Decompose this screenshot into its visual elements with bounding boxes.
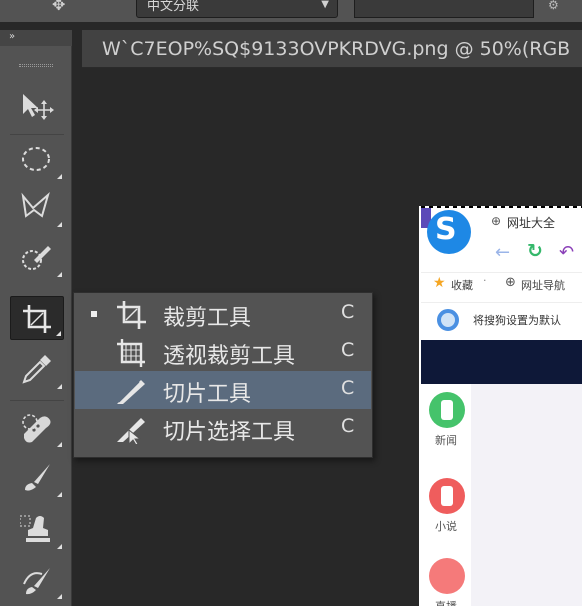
move-icon xyxy=(23,94,54,120)
menu-item-slice-tool[interactable]: 切片工具 C xyxy=(75,371,371,409)
canvas-image[interactable]: S ⊕ 网址大全 ← ↻ ↶ ★ 收藏 · ⊕ 网址导航 将搜狗设置为默认 新闻… xyxy=(419,206,582,606)
menu-item-slice-select-tool[interactable]: 切片选择工具 C xyxy=(75,409,371,447)
polygonal-lasso-icon xyxy=(21,192,50,218)
history-brush-icon xyxy=(23,568,50,595)
image-top-label: 网址大全 xyxy=(507,216,556,230)
app-live-icon xyxy=(429,558,465,594)
submenu-indicator xyxy=(57,492,62,497)
elliptical-marquee-tool-button[interactable] xyxy=(10,138,64,182)
history-brush-tool-button[interactable] xyxy=(10,558,64,602)
submenu-indicator xyxy=(57,544,62,549)
perspective-crop-icon xyxy=(117,339,145,367)
globe-icon: ⊕ xyxy=(491,214,502,228)
app-label: 直播 xyxy=(435,598,457,606)
toolbox-header: » xyxy=(0,30,72,46)
image-bookmark-sep: · xyxy=(483,274,487,287)
menu-item-crop-tool[interactable]: 裁剪工具 C xyxy=(75,295,371,333)
brush-tool-button[interactable] xyxy=(10,456,64,500)
quick-selection-icon xyxy=(22,246,51,270)
image-notice-text: 将搜狗设置为默认 xyxy=(473,314,561,327)
chevron-down-icon: ▼ xyxy=(321,0,329,10)
selected-indicator xyxy=(91,311,97,317)
spot-healing-tool-button[interactable] xyxy=(10,406,64,450)
gear-icon[interactable]: ⚙ xyxy=(548,0,559,12)
app-label: 小说 xyxy=(435,520,457,533)
slice-icon xyxy=(117,380,145,404)
crop-icon xyxy=(23,305,51,333)
polygonal-lasso-tool-button[interactable] xyxy=(10,186,64,230)
clone-stamp-tool-button[interactable] xyxy=(10,508,64,552)
crop-icon xyxy=(117,301,146,329)
options-bar: ✥ 中文分联 ▼ ⚙ xyxy=(0,0,582,22)
document-tab-title: W`C7EOP%SQ$9133OVPKRDVG.png @ 50%(RGB xyxy=(102,38,571,60)
app-news-icon xyxy=(429,392,465,428)
options-field[interactable] xyxy=(354,0,534,18)
image-bookmark-fav: 收藏 xyxy=(451,279,473,292)
crop-tool-button[interactable] xyxy=(10,296,64,340)
image-nav-row: ← ↻ ↶ xyxy=(421,240,582,268)
toolbox-divider xyxy=(10,400,64,401)
back-arrow-icon: ← xyxy=(495,242,511,263)
star-icon: ★ xyxy=(433,275,446,291)
move-icon[interactable]: ✥ xyxy=(52,0,65,14)
menu-item-shortcut: C xyxy=(341,415,355,437)
submenu-indicator xyxy=(57,442,62,447)
undo-icon: ↶ xyxy=(559,242,575,263)
bandage-icon xyxy=(22,414,51,443)
toolbox-grip[interactable] xyxy=(19,64,53,67)
stamp-icon xyxy=(20,515,50,542)
image-bookmark-nav: 网址导航 xyxy=(521,279,565,292)
image-dark-band xyxy=(421,340,582,384)
submenu-indicator xyxy=(57,594,62,599)
collapse-icon[interactable]: » xyxy=(9,31,15,42)
eyedropper-icon xyxy=(22,355,51,384)
submenu-indicator xyxy=(57,222,62,227)
menu-item-shortcut: C xyxy=(341,377,355,399)
menu-item-label: 切片工具 xyxy=(163,382,252,407)
toolbox: » xyxy=(0,30,72,606)
options-dropdown[interactable]: 中文分联 ▼ xyxy=(136,0,338,18)
selection-marquee-left xyxy=(419,206,421,606)
menu-item-label: 裁剪工具 xyxy=(163,306,252,331)
crop-tool-flyout-menu: 裁剪工具 C 透视裁剪工具 C 切片工具 C 切片选择工具 C xyxy=(73,292,373,458)
move-tool-button[interactable] xyxy=(10,86,64,130)
document-tab[interactable]: W`C7EOP%SQ$9133OVPKRDVG.png @ 50%(RGB xyxy=(82,30,582,68)
app-label: 新闻 xyxy=(435,434,457,447)
submenu-indicator xyxy=(56,331,61,336)
image-bookmark-row: ★ 收藏 · ⊕ 网址导航 xyxy=(421,272,582,296)
submenu-indicator xyxy=(57,272,62,277)
globe-icon: ⊕ xyxy=(505,275,516,290)
menu-item-label: 透视裁剪工具 xyxy=(163,344,296,369)
menu-item-shortcut: C xyxy=(341,301,355,323)
app-novel-icon xyxy=(429,478,465,514)
eyedropper-tool-button[interactable] xyxy=(10,348,64,392)
menu-item-label: 切片选择工具 xyxy=(163,420,296,445)
image-notice-row: 将搜狗设置为默认 xyxy=(421,302,582,336)
menu-item-shortcut: C xyxy=(341,339,355,361)
submenu-indicator xyxy=(57,384,62,389)
options-dropdown-value: 中文分联 xyxy=(147,0,200,14)
toolbox-divider xyxy=(10,134,64,135)
notice-icon xyxy=(437,309,459,331)
quick-selection-tool-button[interactable] xyxy=(10,236,64,280)
ellipse-marquee-icon xyxy=(22,147,50,171)
menu-item-perspective-crop-tool[interactable]: 透视裁剪工具 C xyxy=(75,333,371,371)
selection-marquee-top xyxy=(421,206,582,208)
brush-icon xyxy=(25,464,50,491)
submenu-indicator xyxy=(57,174,62,179)
reload-icon: ↻ xyxy=(527,240,543,262)
slice-select-icon xyxy=(117,418,145,444)
